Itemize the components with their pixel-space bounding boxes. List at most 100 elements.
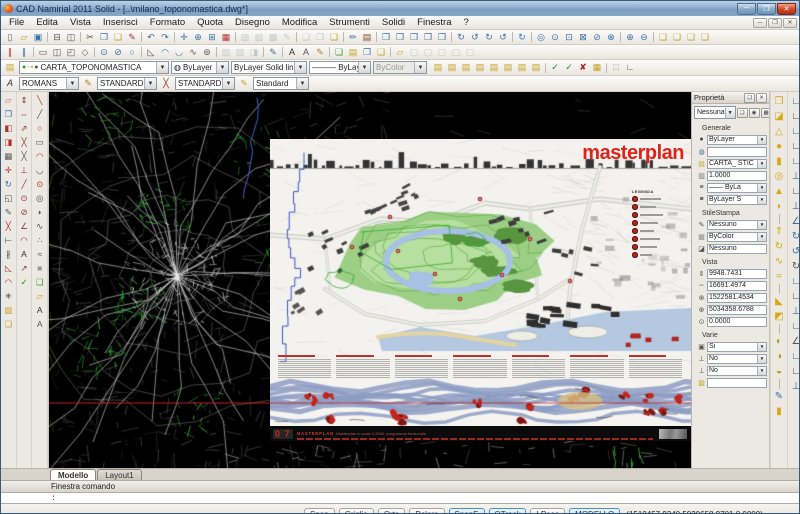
layer-thaw-icon[interactable]: ▤	[501, 62, 515, 74]
copy-icon[interactable]: ❐	[97, 31, 111, 43]
ucs-restore-icon[interactable]: ∟	[789, 349, 800, 364]
ucs-3point-icon[interactable]: ∠	[789, 214, 800, 229]
orbit-z-icon[interactable]: ↺	[496, 31, 510, 43]
zoom-dynamic-icon[interactable]: ⊠	[576, 31, 590, 43]
text-single-icon[interactable]: A	[285, 46, 299, 58]
layer-lock-state-icon[interactable]: ◦	[27, 64, 29, 71]
rotated-rectangle-icon[interactable]: ◰	[64, 46, 78, 58]
property-field[interactable]: Si▼	[707, 342, 767, 352]
render-style-2-icon[interactable]: ▧	[252, 31, 266, 43]
property-field[interactable]: No▼	[707, 354, 767, 364]
ucs-origin-icon[interactable]: ∟	[789, 184, 800, 199]
break-icon[interactable]: ∦	[2, 247, 15, 261]
ucs-world-icon[interactable]: ∟	[789, 94, 800, 109]
mleader-style-icon[interactable]: ✎	[237, 78, 251, 90]
view-top-icon[interactable]: ❒	[435, 31, 449, 43]
menu-file[interactable]: File	[3, 17, 30, 28]
parallel-lines-icon[interactable]: ∥	[17, 46, 31, 58]
chamfer-icon[interactable]: ◺	[2, 261, 15, 275]
edit-pencil-icon[interactable]: ✎	[266, 46, 280, 58]
hatch-edit-icon[interactable]: ▨	[2, 303, 15, 317]
dim-cross-2-icon[interactable]: ╳	[18, 149, 31, 163]
insert-block-icon[interactable]: ▱	[33, 289, 46, 303]
ucs-world-2-icon[interactable]: ∟	[789, 289, 800, 304]
print-preview-icon[interactable]: ◫	[64, 31, 78, 43]
render-style-1-icon[interactable]: ▨	[238, 31, 252, 43]
pencil-icon[interactable]: ✏	[346, 31, 360, 43]
ellipse-icon[interactable]: ◎	[33, 191, 46, 205]
dim-radius-icon[interactable]: ⊙	[18, 191, 31, 205]
move-icon[interactable]: ✛	[2, 163, 15, 177]
lineweight-toggle[interactable]: LPeso	[530, 508, 565, 514]
chevron-down-icon[interactable]: ▼	[144, 78, 156, 89]
menu-modifica[interactable]: Modifica	[276, 17, 323, 28]
ucs-previous-icon[interactable]: ∟	[789, 124, 800, 139]
zoom-in-icon[interactable]: ⊕	[623, 31, 637, 43]
ucs-face-icon[interactable]: ∟	[789, 154, 800, 169]
dim-style-combo[interactable]: STANDARD▼	[97, 77, 157, 90]
orbit-free-icon[interactable]: ↻	[454, 31, 468, 43]
layer-on-icon[interactable]: ▤	[459, 62, 473, 74]
property-field[interactable]: ByLayer S▼	[707, 195, 767, 205]
property-field[interactable]: 9948.7431▼	[707, 269, 767, 279]
sketch-line-icon[interactable]: ≈	[33, 247, 46, 261]
ucs-save-icon[interactable]: ∟	[789, 364, 800, 379]
layer-match-icon[interactable]: ✓	[548, 62, 562, 74]
tab-layout1[interactable]: Layout1	[97, 469, 141, 480]
wedge-solid-icon[interactable]: ◪	[772, 109, 787, 124]
arc-2-icon[interactable]: ◡	[33, 163, 46, 177]
circle-2p-icon[interactable]: ○	[125, 46, 139, 58]
new-file-icon[interactable]: ▯	[3, 31, 17, 43]
ucs-ortho-icon[interactable]: ∠	[789, 334, 800, 349]
dim-slope-icon[interactable]: ╱	[18, 177, 31, 191]
chevron-down-icon[interactable]: ▼	[757, 159, 766, 168]
polar-toggle[interactable]: Polare	[409, 508, 444, 514]
pyramid-solid-icon[interactable]: △	[772, 124, 787, 139]
region-green-icon[interactable]: ❏	[332, 46, 346, 58]
redo-icon[interactable]: ↷	[158, 31, 172, 43]
menu-finestra[interactable]: Finestra	[411, 17, 457, 28]
view-ne-iso-icon[interactable]: ❒	[407, 31, 421, 43]
offset-copy-icon[interactable]: ∥	[3, 46, 17, 58]
view-sw-iso-icon[interactable]: ❒	[379, 31, 393, 43]
text-a-icon[interactable]: A	[33, 303, 46, 317]
circle-ttr-icon[interactable]: ⊘	[111, 46, 125, 58]
multi-rectangle-icon[interactable]: ◫	[50, 46, 64, 58]
donut-tool-icon[interactable]: ⊚	[200, 46, 214, 58]
circle-center-icon[interactable]: ⊙	[97, 46, 111, 58]
open-file-icon[interactable]: ▱	[17, 31, 31, 43]
layer-lock-icon[interactable]: ▤	[515, 62, 529, 74]
orbit-y-icon[interactable]: ↻	[482, 31, 496, 43]
chevron-down-icon[interactable]: ▼	[725, 108, 735, 118]
layer-on-state-icon[interactable]: ●	[22, 64, 26, 71]
layer-palette-icon[interactable]: ▤	[3, 62, 17, 74]
zoom-extents-icon[interactable]: ◎	[534, 31, 548, 43]
zoom-window-icon[interactable]: ⊞	[205, 31, 219, 43]
mtext-icon[interactable]: A	[33, 317, 46, 331]
pan-icon[interactable]: ✛	[177, 31, 191, 43]
title-bar[interactable]: CAD Namirial 2011 Solid - [..\milano_top…	[1, 1, 799, 16]
arc-3p-icon[interactable]: ◡	[172, 46, 186, 58]
render-style-3-icon[interactable]: ▩	[266, 31, 280, 43]
ucs-apply-icon[interactable]: ∟	[789, 274, 800, 289]
property-field[interactable]: Nessuno▼	[707, 220, 767, 230]
dim-update-icon[interactable]: ✓	[18, 275, 31, 289]
chevron-down-icon[interactable]: ▼	[757, 232, 766, 241]
mdi-minimize-button[interactable]: ─	[753, 18, 767, 28]
dim-aligned-icon[interactable]: ⇗	[18, 121, 31, 135]
ucs-y-rotate-icon[interactable]: ↺	[789, 244, 800, 259]
array-icon[interactable]: ▦	[2, 149, 15, 163]
property-field[interactable]: ByColor▼	[707, 232, 767, 242]
snap-toggle[interactable]: Snap	[304, 508, 335, 514]
dim-arc-icon[interactable]: ◠	[18, 233, 31, 247]
drawing-viewport[interactable]: masterplan LEGENDA	[49, 92, 691, 468]
union-icon[interactable]: ◐	[772, 334, 787, 349]
chevron-down-icon[interactable]: ▼	[156, 62, 168, 73]
layer-make-current-icon[interactable]: ✓	[562, 62, 576, 74]
undo-icon[interactable]: ↶	[144, 31, 158, 43]
dim-angular-icon[interactable]: ∠	[18, 219, 31, 233]
mdi-close-button[interactable]: ✕	[783, 18, 797, 28]
text-multi-icon[interactable]: A	[299, 46, 313, 58]
property-field[interactable]: —— ByLa▼	[707, 183, 767, 193]
chevron-down-icon[interactable]: ▼	[222, 78, 234, 89]
